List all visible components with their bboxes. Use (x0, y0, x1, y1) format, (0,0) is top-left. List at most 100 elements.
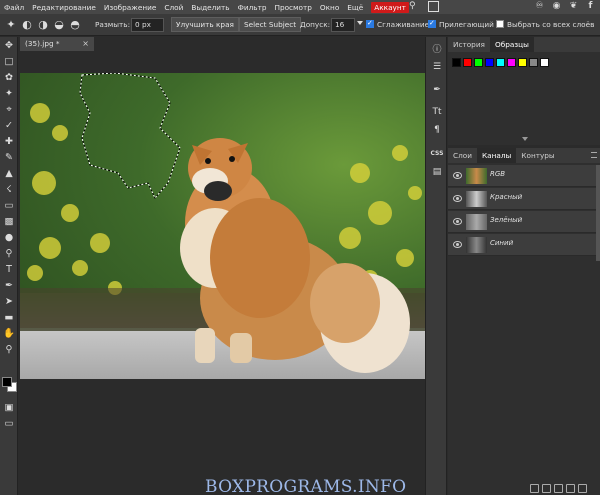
tolerance-label: Допуск: (300, 20, 331, 29)
css-icon[interactable]: CSS (430, 147, 444, 161)
move-tool-icon[interactable]: ✥ (2, 39, 16, 53)
color-swatch[interactable] (496, 58, 505, 67)
contiguous-checkbox[interactable] (428, 19, 436, 28)
menu-more[interactable]: Ещё (347, 3, 363, 12)
color-swatch[interactable] (485, 58, 494, 67)
twitter-icon[interactable]: ❦ (568, 1, 579, 12)
screen-mode-icon[interactable]: ▭ (2, 417, 16, 431)
path-select-tool-icon[interactable]: ➤ (2, 295, 16, 309)
eye-icon[interactable] (453, 241, 462, 248)
history-brush-icon[interactable]: ☇ (2, 183, 16, 197)
channel-thumbnail (466, 214, 487, 230)
color-swatch[interactable] (463, 58, 472, 67)
healing-tool-icon[interactable]: ✚ (2, 135, 16, 149)
type-tool-icon[interactable]: T (2, 263, 16, 277)
intersect-selection-icon[interactable]: ◓ (68, 18, 82, 32)
eyedropper-tool-icon[interactable]: ✓ (2, 119, 16, 133)
clone-stamp-tool-icon[interactable]: ▲ (2, 167, 16, 181)
marquee-tool-icon[interactable]: □ (2, 55, 16, 69)
refine-edge-button[interactable]: Улучшить края (171, 17, 239, 32)
channel-row-red[interactable]: Красный (448, 188, 596, 210)
color-swatch[interactable] (474, 58, 483, 67)
magic-wand-tool-icon[interactable]: ✦ (2, 87, 16, 101)
trash-icon[interactable] (578, 484, 587, 493)
color-swatch[interactable] (540, 58, 549, 67)
menu-select[interactable]: Выделить (191, 3, 229, 12)
brush-settings-icon[interactable]: ✒ (430, 83, 444, 97)
pen-tool-icon[interactable]: ✒ (2, 279, 16, 293)
menu-layer[interactable]: Слой (164, 3, 183, 12)
menu-view[interactable]: Просмотр (274, 3, 311, 12)
channel-thumbnail (466, 191, 487, 207)
close-icon[interactable]: × (82, 37, 89, 51)
channel-row-green[interactable]: Зелёный (448, 211, 596, 233)
image-icon[interactable]: ▤ (430, 165, 444, 179)
feather-label: Размыть: (95, 20, 131, 29)
paragraph-icon[interactable]: ¶ (430, 123, 444, 137)
menu-filter[interactable]: Фильтр (238, 3, 267, 12)
new-selection-icon[interactable]: ◐ (20, 18, 34, 32)
menu-window[interactable]: Окно (320, 3, 339, 12)
quick-mask-icon[interactable]: ▣ (2, 401, 16, 415)
tolerance-dropdown-icon[interactable] (357, 21, 363, 25)
selection-outline (79, 73, 181, 199)
info-icon[interactable]: ⓘ (430, 43, 444, 57)
menu-account[interactable]: Аккаунт (371, 1, 409, 13)
panel-scrollbar[interactable] (596, 165, 600, 261)
crop-tool-icon[interactable]: ⌖ (2, 103, 16, 117)
properties-icon[interactable]: ☰ (430, 60, 444, 74)
load-selection-icon[interactable] (530, 484, 539, 493)
options-bar: ✦ ◐ ◑ ◒ ◓ Размыть: 0 px Улучшить края Se… (0, 14, 600, 36)
new-channel-icon[interactable] (566, 484, 575, 493)
shape-tool-icon[interactable]: ▬ (2, 311, 16, 325)
panel-menu-icon[interactable] (591, 152, 597, 158)
reddit-icon[interactable]: ◉ (551, 1, 562, 12)
folder-icon[interactable] (554, 484, 563, 493)
tab-swatches[interactable]: Образцы (489, 37, 534, 52)
color-swatch[interactable] (507, 58, 516, 67)
blur-tool-icon[interactable]: ● (2, 231, 16, 245)
channel-thumbnail (466, 168, 487, 184)
tab-history[interactable]: История (448, 37, 490, 52)
menu-edit[interactable]: Редактирование (32, 3, 96, 12)
mask-icon[interactable] (542, 484, 551, 493)
feather-input[interactable]: 0 px (131, 18, 164, 32)
character-icon[interactable]: Tt (430, 105, 444, 119)
sample-all-layers-checkbox[interactable] (496, 20, 504, 28)
color-swatch[interactable] (529, 58, 538, 67)
dodge-tool-icon[interactable]: ⚲ (2, 247, 16, 261)
eye-icon[interactable] (453, 195, 462, 202)
color-swatch[interactable] (452, 58, 461, 67)
eye-icon[interactable] (453, 218, 462, 225)
tolerance-input[interactable]: 16 (331, 18, 355, 32)
hand-tool-icon[interactable]: ✋ (2, 327, 16, 341)
brush-tool-icon[interactable]: ✎ (2, 151, 16, 165)
fullscreen-icon[interactable] (428, 1, 439, 12)
tab-channels[interactable]: Каналы (476, 148, 517, 163)
eye-icon[interactable] (453, 172, 462, 179)
paint-bucket-tool-icon[interactable]: ▩ (2, 215, 16, 229)
search-icon[interactable]: ⚲ (409, 1, 420, 12)
tab-layers[interactable]: Слои (448, 148, 477, 163)
foreground-color-swatch[interactable] (2, 377, 12, 387)
image-canvas[interactable] (20, 73, 425, 379)
color-swatch[interactable] (518, 58, 527, 67)
eraser-tool-icon[interactable]: ▭ (2, 199, 16, 213)
panel-resize-icon[interactable] (522, 137, 528, 141)
layers-panel-tabs: Слои Каналы Контуры (448, 148, 600, 163)
watermark-text: BOXPROGRAMS.INFO (205, 477, 407, 495)
add-selection-icon[interactable]: ◑ (36, 18, 50, 32)
bell-icon[interactable]: ♾ (534, 1, 545, 12)
menu-image[interactable]: Изображение (104, 3, 156, 12)
document-tab[interactable]: (35).jpg * × (20, 37, 94, 51)
tab-paths[interactable]: Контуры (516, 148, 559, 163)
channel-row-blue[interactable]: Синий (448, 234, 596, 256)
antialias-checkbox[interactable] (366, 19, 374, 28)
select-subject-button[interactable]: Select Subject (239, 17, 302, 32)
lasso-tool-icon[interactable]: ✿ (2, 71, 16, 85)
subtract-selection-icon[interactable]: ◒ (52, 18, 66, 32)
facebook-icon[interactable]: f (585, 1, 596, 12)
menu-file[interactable]: Файл (4, 3, 24, 12)
channel-row-rgb[interactable]: RGB (448, 165, 596, 187)
zoom-tool-icon[interactable]: ⚲ (2, 343, 16, 357)
